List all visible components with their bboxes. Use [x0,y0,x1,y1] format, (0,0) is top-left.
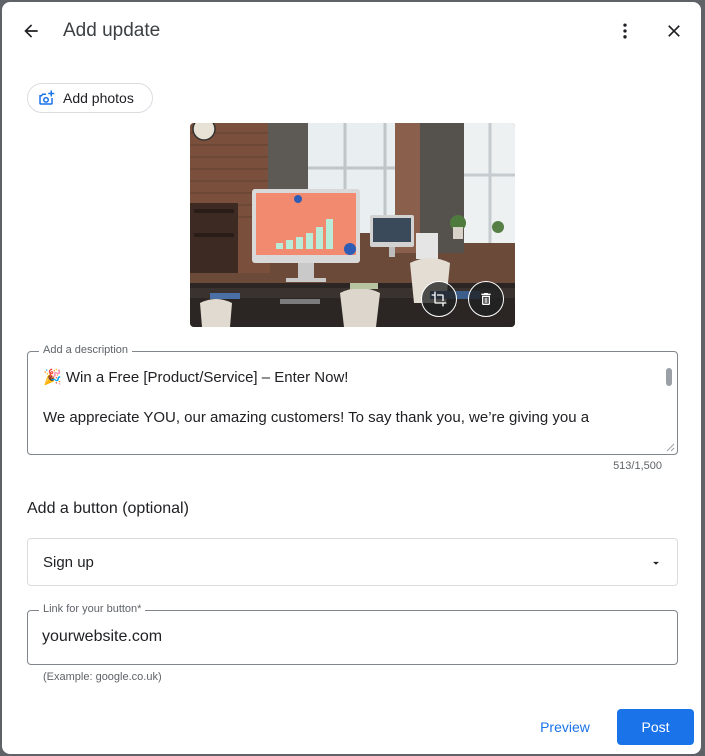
preview-button[interactable]: Preview [528,709,602,745]
selected-button-type: Sign up [43,554,94,571]
add-photos-label: Add photos [63,90,134,106]
back-button[interactable] [13,13,49,49]
link-helper-text: (Example: google.co.uk) [43,671,162,683]
button-section-title: Add a button (optional) [27,500,189,517]
scroll-thumb[interactable] [666,368,672,386]
description-label: Add a description [39,344,132,356]
button-link-field[interactable]: Link for your button* [27,603,678,665]
description-scrollbar[interactable] [663,366,675,438]
arrow-drop-down-icon [653,561,659,565]
close-icon [668,25,680,37]
link-label: Link for your button* [39,603,146,615]
resize-handle-icon[interactable] [665,442,675,452]
more-options-button[interactable] [607,13,643,49]
crop-button[interactable] [421,281,457,317]
close-button[interactable] [656,13,692,49]
add-update-dialog: Add update Add photos Add a description … [2,2,701,754]
delete-photo-button[interactable] [468,281,504,317]
crop-icon [431,291,447,307]
button-type-select[interactable]: Sign up [27,538,678,586]
description-field[interactable]: Add a description 🎉 Win a Free [Product/… [27,344,678,455]
add-photo-icon [39,90,55,105]
dialog-header: Add update [2,2,701,62]
trash-icon [481,293,491,305]
arrow-back-icon [24,24,38,38]
character-counter: 513/1,500 [613,460,662,472]
post-button[interactable]: Post [617,709,694,745]
add-photos-button[interactable]: Add photos [27,83,153,113]
office-photo-image [190,123,515,327]
button-link-input[interactable] [42,628,642,646]
description-text[interactable]: 🎉 Win a Free [Product/Service] – Enter N… [43,368,653,442]
dialog-title: Add update [63,20,161,41]
more-vert-icon [623,23,627,39]
uploaded-photo[interactable] [190,123,515,327]
